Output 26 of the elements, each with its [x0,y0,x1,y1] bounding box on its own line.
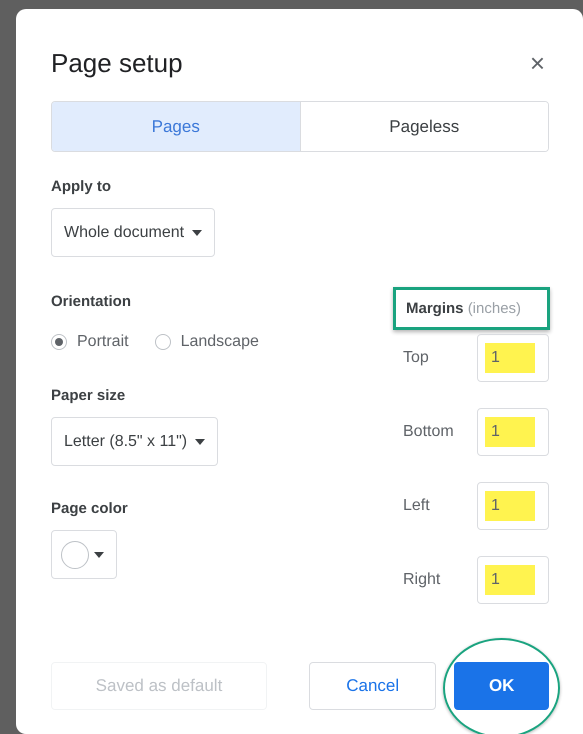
margins-heading: Margins (inches) [393,287,550,330]
caret-icon [195,438,206,444]
close-button[interactable]: × [526,50,549,76]
paper-size-label: Paper size [51,387,126,404]
margin-label: Left [403,497,430,515]
tab[interactable]: Pages [52,102,300,151]
margin-label: Right [403,571,440,589]
caret-icon [94,552,104,558]
apply-to-label: Apply to [51,178,112,195]
margin-field[interactable]: 1 [477,334,549,382]
caret-icon [192,230,202,236]
orientation-radio[interactable]: Portrait [51,333,129,351]
ok-button[interactable]: OK [454,662,549,710]
page-color-picker[interactable] [51,530,117,579]
page-color-label: Page color [51,500,129,517]
paper-size-dropdown[interactable]: Letter (8.5" x 11") [51,417,218,466]
orientation-label: Orientation [51,293,132,310]
apply-to-dropdown[interactable]: Whole document [51,208,216,257]
dialog-title: Page setup [51,48,183,78]
margin-field[interactable]: 1 [477,408,549,456]
margin-label: Bottom [403,423,454,441]
margin-label: Top [403,349,429,367]
orientation-radio[interactable]: Landscape [154,333,259,351]
margin-field[interactable]: 1 [477,482,549,530]
cancel-button[interactable]: Cancel [308,662,436,710]
margin-field[interactable]: 1 [477,556,549,604]
